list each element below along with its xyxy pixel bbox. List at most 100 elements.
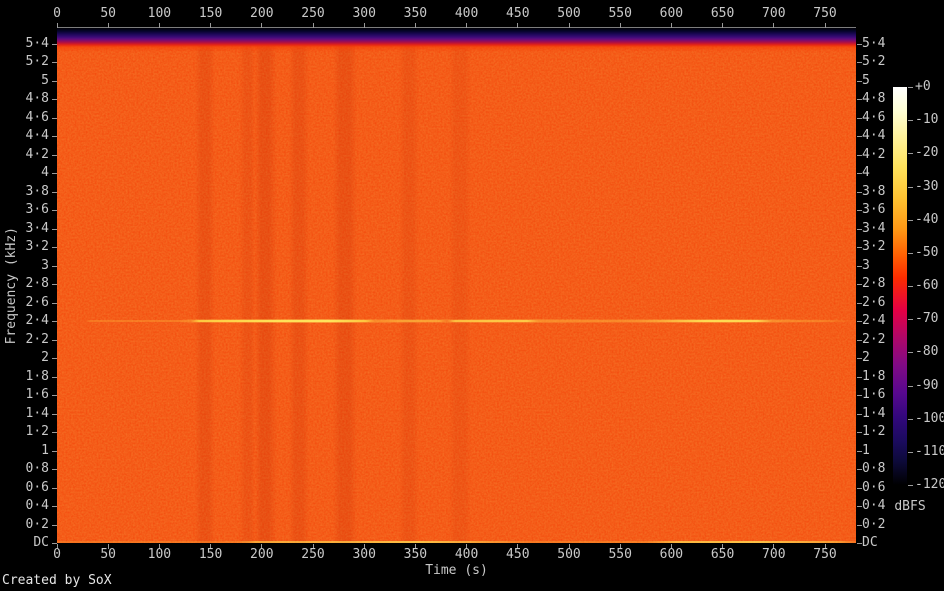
freq-tick-label-right: DC xyxy=(862,536,909,550)
db-tick xyxy=(908,87,913,88)
db-tick xyxy=(908,153,913,154)
time-tick-label-top: 0 xyxy=(37,7,77,21)
time-tick-top xyxy=(159,23,160,28)
freq-tick-label-right: 4·6 xyxy=(862,111,909,125)
freq-tick-left xyxy=(52,247,57,248)
time-tick-label-top: 700 xyxy=(754,7,794,21)
freq-tick-label-left: 0·6 xyxy=(2,481,49,495)
freq-tick-left xyxy=(52,173,57,174)
time-tick-label-top: 650 xyxy=(703,7,743,21)
freq-tick-left xyxy=(52,451,57,452)
db-tick-label: -110 xyxy=(915,445,944,459)
db-tick-label: -80 xyxy=(915,345,944,359)
time-tick-label-top: 250 xyxy=(293,7,333,21)
freq-tick-left xyxy=(52,44,57,45)
freq-tick-label-right: 1·4 xyxy=(862,407,909,421)
time-tick-top xyxy=(261,23,262,28)
sox-spectrogram-window: Frequency (kHz) Time (s) dBFS Created by… xyxy=(0,0,944,591)
tone-2k4-line xyxy=(57,320,856,322)
db-tick xyxy=(908,319,913,320)
db-tick xyxy=(908,386,913,387)
freq-tick-label-left: 4·6 xyxy=(2,111,49,125)
freq-tick-label-right: 2·2 xyxy=(862,333,909,347)
freq-tick-label-left: 0·8 xyxy=(2,462,49,476)
time-tick-top xyxy=(57,23,58,28)
freq-tick-left xyxy=(52,192,57,193)
time-tick-label-bottom: 600 xyxy=(651,548,691,562)
freq-tick-left xyxy=(52,155,57,156)
freq-tick-left xyxy=(52,414,57,415)
time-tick-label-bottom: 650 xyxy=(703,548,743,562)
freq-tick-left xyxy=(52,488,57,489)
time-tick-top xyxy=(671,23,672,28)
freq-tick-label-right: 0·8 xyxy=(862,462,909,476)
time-tick-label-top: 400 xyxy=(447,7,487,21)
time-tick-label-top: 750 xyxy=(805,7,845,21)
db-tick-label: +0 xyxy=(915,80,944,94)
freq-tick-label-left: 4 xyxy=(2,166,49,180)
freq-tick-label-right: 1·8 xyxy=(862,370,909,384)
db-tick-label: -50 xyxy=(915,246,944,260)
freq-tick-left xyxy=(52,99,57,100)
freq-tick-label-left: 4·4 xyxy=(2,129,49,143)
time-tick-top xyxy=(620,23,621,28)
time-tick-label-top: 50 xyxy=(88,7,128,21)
freq-tick-label-left: 0·2 xyxy=(2,518,49,532)
freq-tick-left xyxy=(52,266,57,267)
db-tick-label: -40 xyxy=(915,213,944,227)
freq-tick-left xyxy=(52,321,57,322)
freq-tick-label-right: 3·2 xyxy=(862,240,909,254)
freq-tick-label-left: DC xyxy=(2,536,49,550)
db-tick-label: -100 xyxy=(915,412,944,426)
time-tick-label-bottom: 200 xyxy=(242,548,282,562)
db-tick xyxy=(908,120,913,121)
time-tick-top xyxy=(313,23,314,28)
freq-tick-label-left: 3·6 xyxy=(2,203,49,217)
time-tick-label-bottom: 750 xyxy=(805,548,845,562)
freq-tick-label-left: 2·4 xyxy=(2,314,49,328)
freq-tick-label-right: 0·4 xyxy=(862,499,909,513)
freq-tick-left xyxy=(52,469,57,470)
freq-tick-left xyxy=(52,543,57,544)
freq-tick-left xyxy=(52,358,57,359)
freq-tick-label-right: 3·8 xyxy=(862,185,909,199)
time-tick-label-bottom: 700 xyxy=(754,548,794,562)
time-tick-label-top: 300 xyxy=(344,7,384,21)
freq-tick-label-left: 1·8 xyxy=(2,370,49,384)
time-tick-top xyxy=(364,23,365,28)
time-tick-label-bottom: 150 xyxy=(191,548,231,562)
freq-tick-label-left: 1·4 xyxy=(2,407,49,421)
freq-tick-label-left: 3·2 xyxy=(2,240,49,254)
db-tick xyxy=(908,220,913,221)
freq-tick-label-left: 2·8 xyxy=(2,277,49,291)
freq-tick-label-right: 3 xyxy=(862,259,909,273)
freq-tick-left xyxy=(52,284,57,285)
freq-tick-label-left: 2·2 xyxy=(2,333,49,347)
time-tick-label-bottom: 50 xyxy=(88,548,128,562)
freq-tick-label-right: 2·8 xyxy=(862,277,909,291)
time-tick-label-top: 600 xyxy=(651,7,691,21)
freq-tick-label-left: 0·4 xyxy=(2,499,49,513)
freq-tick-left xyxy=(52,136,57,137)
time-tick-label-bottom: 100 xyxy=(139,548,179,562)
time-tick-label-top: 350 xyxy=(395,7,435,21)
time-tick-label-top: 150 xyxy=(191,7,231,21)
time-tick-top xyxy=(569,23,570,28)
time-tick-top xyxy=(517,23,518,28)
freq-tick-label-left: 1·6 xyxy=(2,388,49,402)
freq-tick-label-right: 5 xyxy=(862,74,909,88)
time-tick-label-bottom: 550 xyxy=(600,548,640,562)
time-tick-top xyxy=(773,23,774,28)
freq-tick-label-right: 0·2 xyxy=(862,518,909,532)
freq-tick-label-left: 5·4 xyxy=(2,37,49,51)
freq-tick-left xyxy=(52,81,57,82)
time-tick-label-top: 450 xyxy=(498,7,538,21)
time-tick-top xyxy=(415,23,416,28)
freq-tick-label-left: 2·6 xyxy=(2,296,49,310)
time-tick-top xyxy=(466,23,467,28)
freq-tick-left xyxy=(52,303,57,304)
time-tick-label-top: 200 xyxy=(242,7,282,21)
vertical-striations xyxy=(57,28,856,543)
freq-tick-label-left: 4·8 xyxy=(2,92,49,106)
db-tick xyxy=(908,419,913,420)
